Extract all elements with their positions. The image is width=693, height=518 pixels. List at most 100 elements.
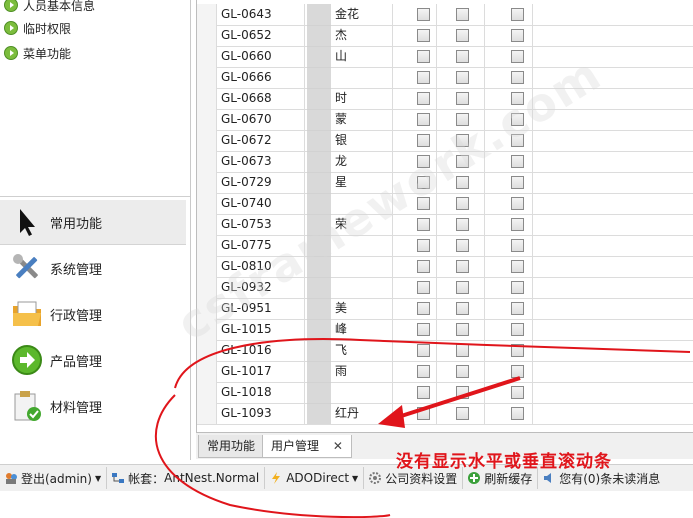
checkbox[interactable] — [456, 302, 469, 315]
checkbox[interactable] — [511, 134, 524, 147]
checkbox[interactable] — [417, 302, 430, 315]
row-indicator[interactable] — [197, 25, 217, 46]
row-indicator[interactable] — [197, 256, 217, 277]
nav-admin-management[interactable]: 行政管理 — [0, 292, 186, 336]
table-row[interactable]: GL-0740 — [197, 193, 693, 215]
row-indicator[interactable] — [197, 193, 217, 214]
checkbox[interactable] — [417, 134, 430, 147]
user-code-cell[interactable]: GL-1093 — [217, 403, 305, 424]
user-code-cell[interactable]: GL-1018 — [217, 382, 305, 403]
table-row[interactable]: GL-0775 — [197, 235, 693, 257]
checkbox[interactable] — [511, 71, 524, 84]
table-row[interactable]: GL-0672 银 — [197, 130, 693, 152]
table-row[interactable]: GL-1018 — [197, 382, 693, 404]
logout-menu[interactable]: 登出(admin) ▼ — [0, 467, 108, 489]
row-indicator[interactable] — [197, 382, 217, 403]
row-indicator[interactable] — [197, 88, 217, 109]
user-code-cell[interactable]: GL-0668 — [217, 88, 305, 109]
checkbox[interactable] — [511, 386, 524, 399]
table-row[interactable]: GL-1015 峰 — [197, 319, 693, 341]
user-code-cell[interactable]: GL-0643 — [217, 4, 305, 25]
user-code-cell[interactable]: GL-1017 — [217, 361, 305, 382]
checkbox[interactable] — [511, 50, 524, 63]
checkbox[interactable] — [511, 281, 524, 294]
checkbox[interactable] — [456, 155, 469, 168]
checkbox[interactable] — [511, 113, 524, 126]
row-indicator[interactable] — [197, 340, 217, 361]
checkbox[interactable] — [511, 239, 524, 252]
user-code-cell[interactable]: GL-0951 — [217, 298, 305, 319]
checkbox[interactable] — [511, 155, 524, 168]
row-indicator[interactable] — [197, 235, 217, 256]
checkbox[interactable] — [417, 197, 430, 210]
checkbox[interactable] — [456, 386, 469, 399]
tab-common-functions[interactable]: 常用功能 — [198, 435, 265, 458]
checkbox[interactable] — [511, 344, 524, 357]
checkbox[interactable] — [511, 218, 524, 231]
row-indicator[interactable] — [197, 151, 217, 172]
table-row[interactable]: GL-0951 美 — [197, 298, 693, 320]
row-indicator[interactable] — [197, 298, 217, 319]
row-indicator[interactable] — [197, 172, 217, 193]
checkbox[interactable] — [511, 29, 524, 42]
user-code-cell[interactable]: GL-0729 — [217, 172, 305, 193]
tab-user-management[interactable]: 用户管理 ✕ — [262, 435, 352, 458]
tree-item-personnel-info[interactable]: 人员基本信息 — [4, 0, 95, 15]
table-row[interactable]: GL-0810 — [197, 256, 693, 278]
table-row[interactable]: GL-0670 蒙 — [197, 109, 693, 131]
checkbox[interactable] — [417, 8, 430, 21]
user-code-cell[interactable]: GL-1016 — [217, 340, 305, 361]
user-code-cell[interactable]: GL-0660 — [217, 46, 305, 67]
checkbox[interactable] — [456, 8, 469, 21]
table-row[interactable]: GL-1016 飞 — [197, 340, 693, 362]
checkbox[interactable] — [456, 218, 469, 231]
user-code-cell[interactable]: GL-0652 — [217, 25, 305, 46]
checkbox[interactable] — [511, 92, 524, 105]
nav-common-functions[interactable]: 常用功能 — [0, 200, 186, 245]
checkbox[interactable] — [511, 407, 524, 420]
tree-item-menu-function[interactable]: 菜单功能 — [4, 43, 71, 63]
checkbox[interactable] — [417, 323, 430, 336]
checkbox[interactable] — [456, 260, 469, 273]
checkbox[interactable] — [511, 8, 524, 21]
table-row[interactable]: GL-0932 — [197, 277, 693, 299]
user-code-cell[interactable]: GL-0666 — [217, 67, 305, 88]
user-code-cell[interactable]: GL-0775 — [217, 235, 305, 256]
checkbox[interactable] — [456, 407, 469, 420]
table-row[interactable]: GL-0660 山 — [197, 46, 693, 68]
table-row[interactable]: GL-0729 星 — [197, 172, 693, 194]
checkbox[interactable] — [511, 365, 524, 378]
checkbox[interactable] — [456, 176, 469, 189]
nav-product-management[interactable]: 产品管理 — [0, 338, 186, 382]
table-row[interactable]: GL-0652 杰 — [197, 25, 693, 47]
row-indicator[interactable] — [197, 67, 217, 88]
user-code-cell[interactable]: GL-0740 — [217, 193, 305, 214]
checkbox[interactable] — [417, 176, 430, 189]
user-code-cell[interactable]: GL-0672 — [217, 130, 305, 151]
account-set[interactable]: 帐套： AntNest.Normal — [107, 467, 266, 489]
checkbox[interactable] — [417, 239, 430, 252]
user-code-cell[interactable]: GL-1015 — [217, 319, 305, 340]
row-indicator[interactable] — [197, 361, 217, 382]
checkbox[interactable] — [456, 71, 469, 84]
user-code-cell[interactable]: GL-0673 — [217, 151, 305, 172]
checkbox[interactable] — [456, 92, 469, 105]
tree-item-temp-permission[interactable]: 临时权限 — [4, 18, 71, 38]
checkbox[interactable] — [456, 365, 469, 378]
checkbox[interactable] — [456, 29, 469, 42]
checkbox[interactable] — [456, 281, 469, 294]
row-indicator[interactable] — [197, 319, 217, 340]
close-icon[interactable]: ✕ — [333, 439, 343, 453]
checkbox[interactable] — [417, 386, 430, 399]
checkbox[interactable] — [417, 365, 430, 378]
checkbox[interactable] — [417, 260, 430, 273]
checkbox[interactable] — [511, 197, 524, 210]
checkbox[interactable] — [511, 323, 524, 336]
db-connection-menu[interactable]: ADODirect ▼ — [265, 467, 365, 489]
table-row[interactable]: GL-0666 — [197, 67, 693, 89]
row-indicator[interactable] — [197, 277, 217, 298]
checkbox[interactable] — [456, 50, 469, 63]
checkbox[interactable] — [417, 407, 430, 420]
table-row[interactable]: GL-0668 时 — [197, 88, 693, 110]
checkbox[interactable] — [456, 113, 469, 126]
